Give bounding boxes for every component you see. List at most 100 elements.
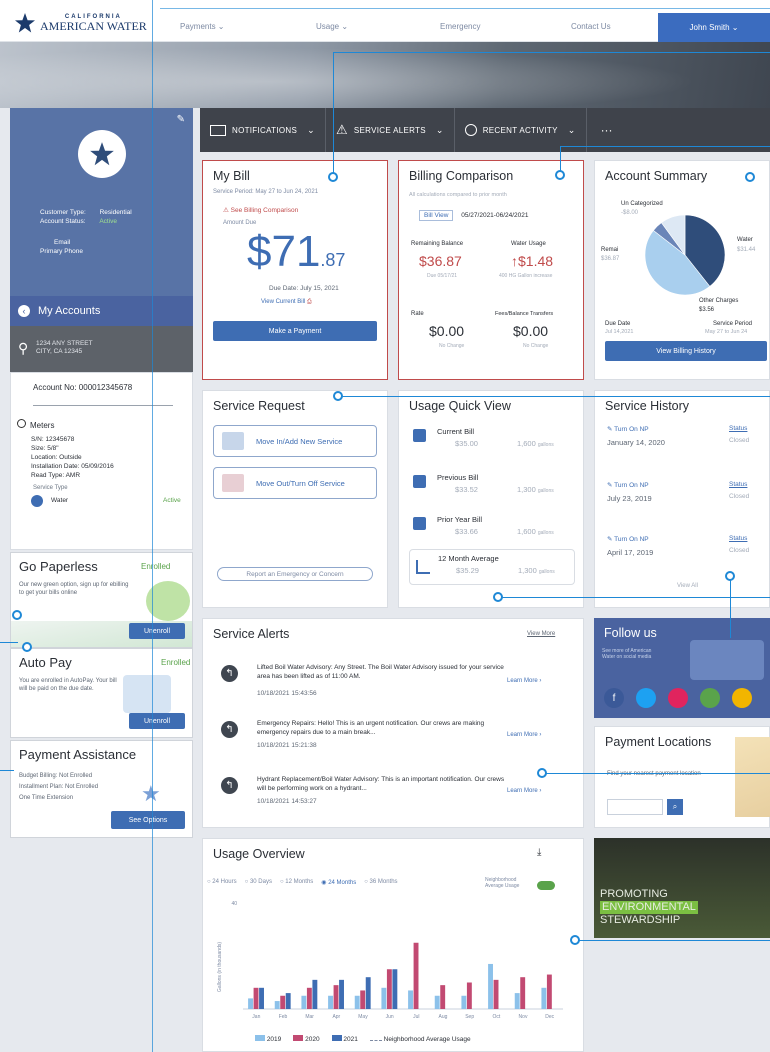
star-logo-icon <box>15 13 35 33</box>
nav-payments[interactable]: Payments ⌄ <box>180 22 225 31</box>
warning-icon: ⚠ <box>335 122 348 137</box>
location-search-input[interactable] <box>607 799 663 815</box>
amount-due: $71.87 <box>247 227 346 276</box>
bar-2019-mar <box>301 995 307 1009</box>
twitter-icon[interactable] <box>636 688 656 708</box>
range-option[interactable]: ○ 36 Months <box>364 879 397 886</box>
recent-activity-label: RECENT ACTIVITY <box>482 125 558 135</box>
neighborhood-toggle[interactable] <box>537 881 555 890</box>
chevron-down-icon: ⌄ <box>307 124 315 135</box>
fees-sub: No Change <box>523 343 549 349</box>
youtube-icon[interactable] <box>668 688 688 708</box>
usage-row-prior-year: Prior Year Bill $33.66 1,600 gallons <box>413 513 569 543</box>
service-request-title: Service Request <box>213 399 305 413</box>
rate-sub: No Change <box>439 343 465 349</box>
x-tick-label: Dec <box>545 1014 554 1020</box>
my-accounts-header[interactable]: ‹ My Accounts <box>10 296 193 326</box>
range-option[interactable]: ○ 12 Months <box>280 879 313 886</box>
learn-more-link[interactable]: Learn More › <box>507 787 541 796</box>
payment-locations-prompt: Find your nearest payment location <box>607 771 701 777</box>
view-current-bill-link[interactable]: View Current Bill ⎙ <box>261 299 312 306</box>
service-type: Water <box>51 497 69 504</box>
bar-2019-oct <box>488 963 493 1009</box>
brand-logo[interactable]: CALIFORNIA AMERICAN WATER <box>14 13 147 33</box>
follow-us-title: Follow us <box>604 626 657 640</box>
promo-banner[interactable]: PROMOTING ENVIRONMENTAL STEWARDSHIP <box>594 838 770 938</box>
go-paperless-unenroll-button[interactable]: Unenroll <box>129 623 185 639</box>
notifications-tab[interactable]: NOTIFICATIONS ⌄ <box>200 108 326 152</box>
bar-2019-feb <box>274 1001 280 1009</box>
edit-icon[interactable]: ✎ <box>177 114 185 125</box>
chevron-down-icon: ⌄ <box>435 124 444 135</box>
top-nav: CALIFORNIA AMERICAN WATER Payments ⌄ Usa… <box>0 0 770 42</box>
go-paperless-text: Our new green option, sign up for ebilli… <box>19 582 129 596</box>
bar-2020-nov <box>520 977 526 1009</box>
summary-service-period-label: Service Period <box>713 321 753 327</box>
report-emergency-button[interactable]: Report an Emergency or Concern <box>217 567 373 581</box>
uncategorized-value: -$8.00 <box>621 210 639 216</box>
learn-more-link[interactable]: Learn More › <box>507 731 541 740</box>
auto-pay-title: Auto Pay <box>19 655 72 670</box>
my-accounts-title: My Accounts <box>38 305 101 317</box>
summary-due-date-label: Due Date <box>605 321 631 327</box>
payment-assistance-title: Payment Assistance <box>19 747 137 762</box>
view-billing-history-button[interactable]: View Billing History <box>605 341 767 361</box>
service-alerts-tab[interactable]: ⚠ SERVICE ALERTS ⌄ <box>326 108 455 152</box>
payment-locations-card: Payment Locations Find your nearest paym… <box>594 726 770 828</box>
move-out-button[interactable]: Move Out/Turn Off Service <box>213 467 377 499</box>
make-payment-button[interactable]: Make a Payment <box>213 321 377 341</box>
service-history-row: ✎ Turn On NP April 17, 2019 Status Close… <box>607 535 750 557</box>
bar-2020-jan <box>253 987 259 1009</box>
see-options-button[interactable]: See Options <box>111 811 185 829</box>
nav-usage[interactable]: Usage ⌄ <box>316 22 348 31</box>
account-address[interactable]: ⚲ 1234 ANY STREET CITY, CA 12345 <box>10 326 193 372</box>
bar-2019-may <box>354 995 360 1009</box>
nav-emergency[interactable]: Emergency <box>440 22 480 31</box>
legend-item: 2020 <box>293 1035 320 1043</box>
brand-line2: AMERICAN WATER <box>40 19 147 33</box>
usage-bar-chart: Gallons (in thousands) 40 Jan Feb Mar Apr May J… <box>217 901 563 1020</box>
instagram-icon[interactable] <box>732 688 752 708</box>
alert-arrow-icon: ↰ <box>221 721 238 738</box>
water-summary-value: $31.44 <box>737 247 756 253</box>
bill-view-select[interactable]: Bill View 05/27/2021-06/24/2021 <box>419 210 529 221</box>
fees-label: Fees/Balance Transfers <box>495 311 554 317</box>
bar-2021-may <box>365 977 371 1009</box>
auto-pay-unenroll-button[interactable]: Unenroll <box>129 713 185 729</box>
water-usage-value: ↑$1.48 <box>511 253 554 269</box>
more-menu-button[interactable]: ··· <box>587 123 627 137</box>
range-option-selected[interactable]: ◉ 24 Months <box>321 879 356 886</box>
remaining-sub: Due 05/17/21 <box>427 273 458 279</box>
pdf-icon: ⎙ <box>306 299 312 305</box>
water-drop-icon <box>31 495 43 507</box>
nav-contact-us[interactable]: Contact Us <box>571 22 611 31</box>
usage-quick-view-card: Usage Quick View Current Bill $35.00 1,6… <box>398 390 584 608</box>
bar-2020-jul <box>413 942 419 1009</box>
view-all-link[interactable]: View All <box>677 583 698 589</box>
move-in-button[interactable]: Move In/Add New Service <box>213 425 377 457</box>
other-charges-label: Other Charges <box>699 298 739 304</box>
bar-2019-jul <box>408 990 413 1009</box>
my-bill-card: My Bill Service Period: May 27 to Jun 24… <box>202 160 388 380</box>
alert-arrow-icon: ↰ <box>221 777 238 794</box>
meters-toggle[interactable]: Meters <box>17 419 54 430</box>
download-icon[interactable]: ⤓ <box>537 847 541 858</box>
bar-2020-mar <box>306 987 312 1009</box>
facebook-icon[interactable]: f <box>604 688 624 708</box>
range-option[interactable]: ○ 30 Days <box>245 879 272 886</box>
calendar-icon <box>413 429 426 442</box>
search-icon[interactable]: ⌕ <box>667 799 683 815</box>
user-menu[interactable]: John Smith ⌄ <box>658 13 770 42</box>
bar-2021-jan <box>259 987 264 1009</box>
clock-icon <box>464 124 477 136</box>
nextdoor-icon[interactable] <box>700 688 720 708</box>
view-more-link[interactable]: View More <box>527 631 555 637</box>
range-option[interactable]: ○ 24 Hours <box>207 879 237 886</box>
bar-2021-apr <box>339 979 344 1009</box>
wrench-icon: ✎ <box>607 536 613 543</box>
auto-pay-card: Auto Pay Enrolled You are enrolled in Au… <box>10 648 193 738</box>
learn-more-link[interactable]: Learn More › <box>507 677 541 686</box>
service-period: Service Period: May 27 to Jun 24, 2021 <box>213 189 319 195</box>
star-avatar-icon <box>90 142 114 166</box>
billing-comparison-link[interactable]: ⚠ See Billing Comparison <box>223 206 298 214</box>
